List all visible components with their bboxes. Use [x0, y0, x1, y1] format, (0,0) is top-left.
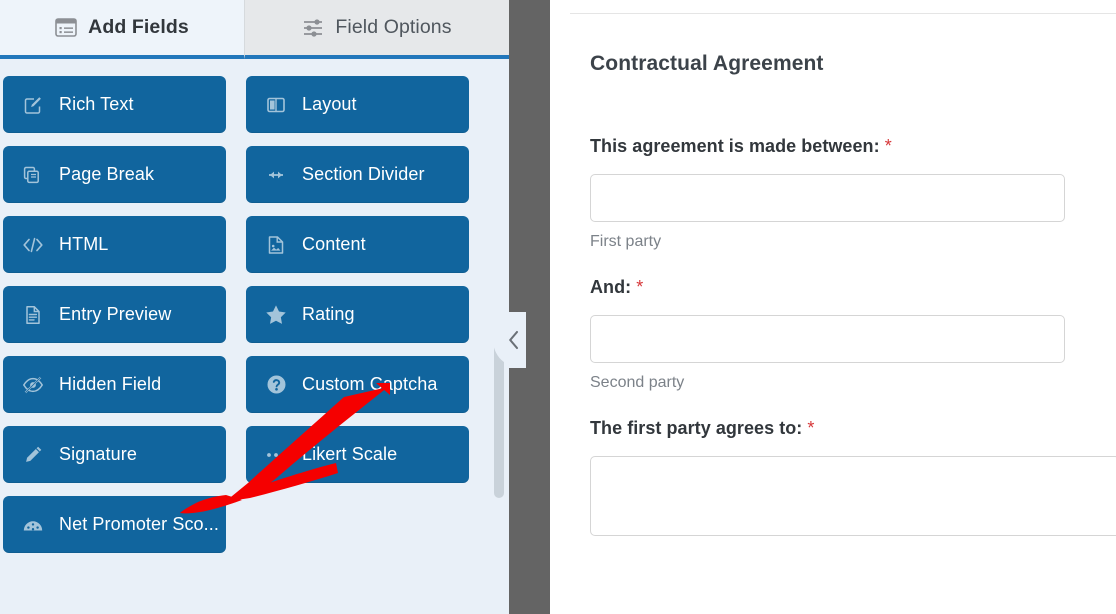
field-button-page-break[interactable]: Page Break [3, 146, 226, 203]
arrows-horizontal-icon [264, 163, 288, 187]
first-party-agrees-textarea[interactable] [590, 456, 1116, 536]
form-field-first-party-agrees: The first party agrees to: * [590, 418, 1116, 541]
field-sublabel: First party [590, 233, 662, 250]
field-button-label: Section Divider [302, 164, 425, 184]
pencil-square-icon [21, 93, 45, 117]
panel-divider [493, 0, 550, 614]
field-button-label: Likert Scale [302, 444, 398, 464]
question-circle-icon [264, 373, 288, 397]
list-panel-icon [55, 18, 77, 37]
form-field-first-party: This agreement is made between: * First … [590, 136, 1116, 251]
field-button-label: Rating [302, 304, 355, 324]
pen-icon [21, 443, 45, 467]
add-fields-panel: Add Fields Field Options Rich Text Layou… [0, 0, 509, 614]
form-builder-window: Add Fields Field Options Rich Text Layou… [0, 0, 1116, 614]
field-button-section-divider[interactable]: Section Divider [246, 146, 469, 203]
field-button-entry-preview[interactable]: Entry Preview [3, 286, 226, 343]
second-party-input[interactable] [590, 315, 1065, 363]
sliders-icon [302, 18, 324, 38]
code-brackets-icon [21, 233, 45, 257]
star-icon [264, 303, 288, 327]
gauge-icon [21, 513, 45, 537]
field-button-net-promoter-score[interactable]: Net Promoter Sco... [3, 496, 226, 553]
eye-slash-icon [21, 373, 45, 397]
first-party-input[interactable] [590, 174, 1065, 222]
chevron-left-icon [509, 330, 519, 350]
tab-add-fields-label: Add Fields [88, 16, 189, 38]
field-button-label: Rich Text [59, 94, 134, 114]
field-button-label: Hidden Field [59, 374, 162, 394]
field-button-label: Content [302, 234, 366, 254]
field-button-label: Signature [59, 444, 137, 464]
form-preview-content: Contractual Agreement This agreement is … [590, 52, 1116, 567]
tab-add-fields[interactable]: Add Fields [0, 0, 244, 59]
field-button-custom-captcha[interactable]: Custom Captcha [246, 356, 469, 413]
field-button-hidden-field[interactable]: Hidden Field [3, 356, 226, 413]
field-button-label: Page Break [59, 164, 155, 184]
image-document-icon [264, 233, 288, 257]
tab-field-options-label: Field Options [335, 16, 452, 38]
required-indicator: * [884, 136, 892, 156]
field-button-signature[interactable]: Signature [3, 426, 226, 483]
field-button-rating[interactable]: Rating [246, 286, 469, 343]
field-button-label: Layout [302, 94, 357, 114]
field-button-layout[interactable]: Layout [246, 76, 469, 133]
field-button-label: HTML [59, 234, 109, 254]
dots-row-icon [264, 443, 288, 467]
field-label: And: * [590, 277, 1116, 298]
required-indicator: * [807, 418, 815, 438]
field-button-content[interactable]: Content [246, 216, 469, 273]
form-title: Contractual Agreement [590, 52, 824, 75]
required-indicator: * [636, 277, 644, 297]
field-button-label: Net Promoter Sco... [59, 514, 219, 534]
field-button-label: Custom Captcha [302, 374, 438, 394]
columns-icon [264, 93, 288, 117]
preview-top-divider [570, 13, 1116, 14]
field-label: This agreement is made between: * [590, 136, 1116, 157]
field-button-html[interactable]: HTML [3, 216, 226, 273]
form-preview-panel: Contractual Agreement This agreement is … [550, 0, 1116, 614]
collapse-panel-button[interactable] [503, 326, 525, 354]
document-lines-icon [21, 303, 45, 327]
panel-tabs: Add Fields Field Options [0, 0, 509, 59]
field-label: The first party agrees to: * [590, 418, 1116, 439]
field-label-text: The first party agrees to: [590, 418, 803, 438]
copy-pages-icon [21, 163, 45, 187]
form-field-second-party: And: * Second party [590, 277, 1116, 392]
field-button-rich-text[interactable]: Rich Text [3, 76, 226, 133]
field-label-text: This agreement is made between: [590, 136, 880, 156]
fields-grid: Rich Text Layout Page Break Section Divi… [0, 76, 509, 553]
field-label-text: And: [590, 277, 632, 297]
field-sublabel: Second party [590, 374, 685, 391]
field-button-label: Entry Preview [59, 304, 172, 324]
fields-list-area: Rich Text Layout Page Break Section Divi… [0, 59, 509, 614]
tab-field-options[interactable]: Field Options [244, 0, 509, 59]
field-button-likert-scale[interactable]: Likert Scale [246, 426, 469, 483]
